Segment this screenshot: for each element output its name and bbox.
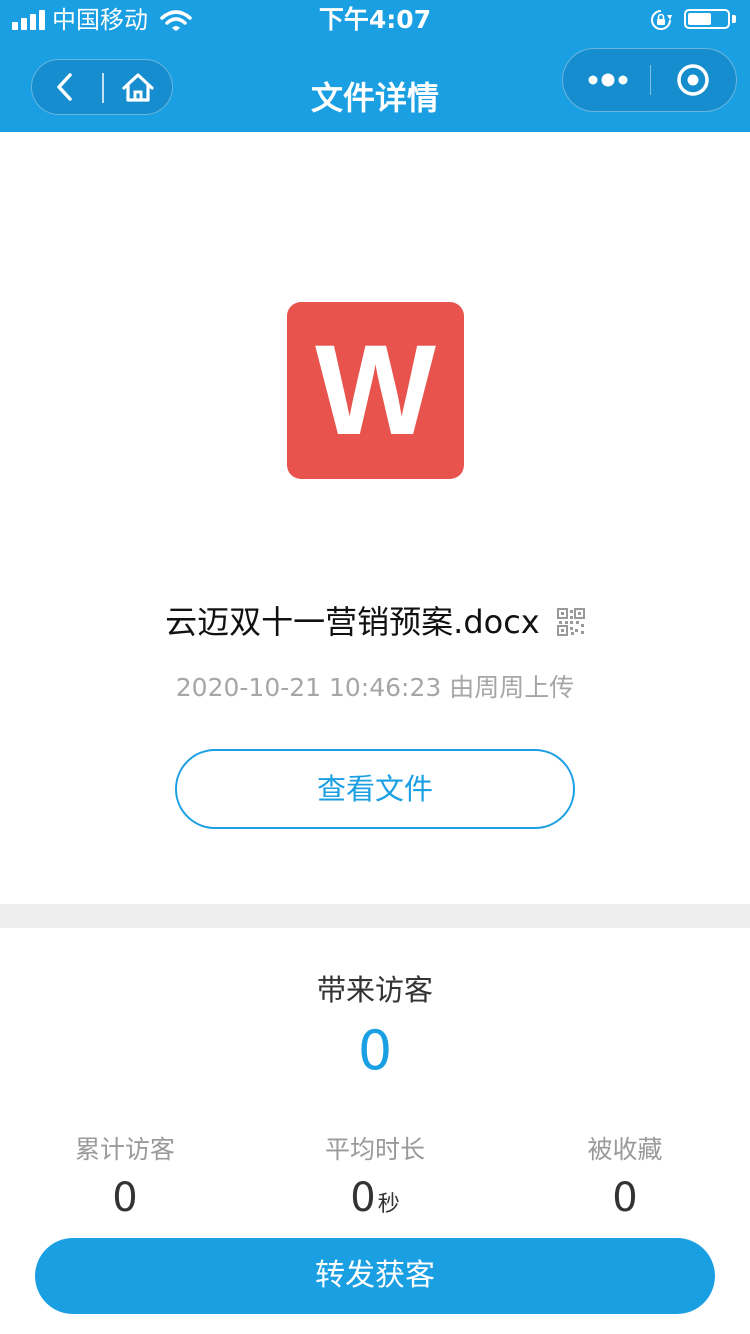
file-name-row: 云迈双十一营销预案.docx	[0, 600, 750, 644]
share-get-customers-button[interactable]: 转发获客	[35, 1238, 715, 1314]
stat-value: 0	[112, 1175, 138, 1221]
upload-info: 2020-10-21 10:46:23 由周周上传	[175, 673, 575, 702]
more-dots-icon	[588, 73, 628, 87]
more-button[interactable]	[563, 49, 651, 111]
visitors-brought-value: 0	[357, 1019, 393, 1082]
top-bar: 中国移动 下午4:07 文件详情	[0, 0, 750, 132]
stat-label: 被收藏	[587, 1135, 663, 1164]
word-file-icon: W	[287, 302, 464, 479]
stat-value: 0	[612, 1175, 638, 1221]
visitors-brought-label: 带来访客	[316, 973, 433, 1007]
stat-label: 累计访客	[74, 1135, 175, 1164]
file-name: 云迈双十一营销预案.docx	[165, 603, 540, 641]
close-target-icon	[677, 64, 709, 96]
battery-icon	[684, 9, 738, 31]
rotation-lock-icon	[651, 10, 672, 30]
status-time: 下午4:07	[318, 5, 432, 34]
stat-label: 平均时长	[324, 1135, 425, 1164]
stat-value: 0	[350, 1175, 376, 1221]
stat-unit: 秒	[377, 1192, 400, 1217]
status-bar: 中国移动 下午4:07	[0, 0, 750, 40]
close-button[interactable]	[651, 49, 737, 111]
stat-average-duration: 平均时长 0秒	[250, 1128, 500, 1231]
qr-code-icon[interactable]	[556, 608, 585, 636]
file-detail-card: W 云迈双十一营销预案.docx 2020-10-21 10:46:23 由周周…	[0, 132, 750, 904]
section-divider	[0, 904, 750, 928]
menu-capsule	[562, 48, 737, 112]
view-file-button[interactable]: 查看文件	[175, 749, 575, 829]
stat-total-visitors: 累计访客 0	[0, 1128, 250, 1224]
stat-favorited: 被收藏 0	[500, 1128, 750, 1224]
